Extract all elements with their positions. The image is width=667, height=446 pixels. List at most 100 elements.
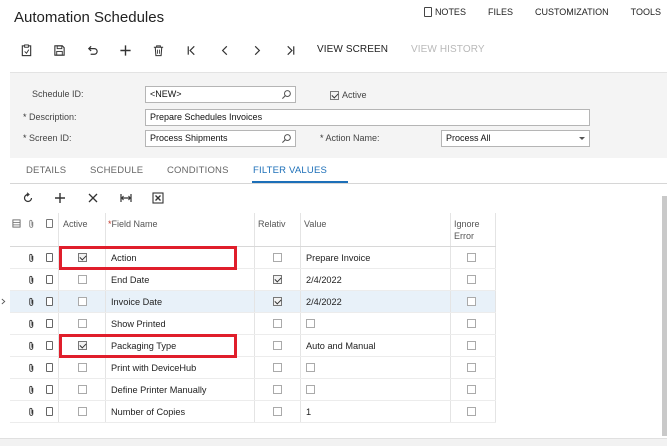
table-row[interactable]: End Date 2/4/2022 [10,269,496,291]
search-icon[interactable] [281,89,292,100]
note-icon[interactable] [46,401,56,422]
value-cell[interactable]: 2/4/2022 [306,291,446,312]
row-relative-checkbox[interactable] [273,269,285,290]
fit-columns-icon[interactable] [119,191,133,205]
active-checkbox[interactable]: Active [330,90,367,100]
row-relative-checkbox[interactable] [273,357,285,378]
last-record-icon[interactable] [282,42,298,58]
field-name-column-header[interactable]: * Field Name [108,213,248,246]
search-icon[interactable] [281,133,292,144]
ignore-error-column-header[interactable]: Ignore Error [454,213,494,246]
row-ignore-error-checkbox[interactable] [467,247,479,268]
row-ignore-error-checkbox[interactable] [467,379,479,400]
tab-conditions[interactable]: CONDITIONS [167,165,229,176]
field-name-cell[interactable]: Print with DeviceHub [111,357,251,378]
files-link[interactable]: FILES [477,7,524,17]
clipboard-icon[interactable] [18,42,34,58]
export-excel-icon[interactable] [151,191,165,205]
delete-row-icon[interactable] [86,191,100,205]
row-relative-checkbox[interactable] [273,335,285,356]
first-record-icon[interactable] [183,42,199,58]
tools-link[interactable]: TOOLS [620,7,663,17]
value-cell[interactable]: 2/4/2022 [306,269,446,290]
row-active-checkbox[interactable] [78,313,90,334]
vertical-scrollbar[interactable] [662,196,667,436]
note-icon[interactable] [46,247,56,268]
row-relative-checkbox[interactable] [273,291,285,312]
row-relative-checkbox[interactable] [273,247,285,268]
note-icon[interactable] [46,357,56,378]
add-row-icon[interactable] [53,191,67,205]
note-icon[interactable] [46,379,56,400]
row-ignore-error-checkbox[interactable] [467,335,479,356]
value-column-header[interactable]: Value [304,213,444,246]
row-relative-checkbox[interactable] [273,401,285,422]
row-ignore-error-checkbox[interactable] [467,401,479,422]
undo-icon[interactable] [84,42,100,58]
row-ignore-error-checkbox[interactable] [467,313,479,334]
relative-column-header[interactable]: Relativ [258,213,298,246]
row-relative-checkbox[interactable] [273,379,285,400]
table-row[interactable]: Show Printed [10,313,496,335]
row-active-checkbox[interactable] [78,357,90,378]
table-row[interactable]: Define Printer Manually [10,379,496,401]
view-history-button: VIEW HISTORY [411,44,485,55]
row-active-checkbox[interactable] [78,401,90,422]
attachment-icon[interactable] [28,335,38,356]
row-active-checkbox[interactable] [78,291,90,312]
attachment-icon[interactable] [28,247,38,268]
row-active-checkbox[interactable] [78,379,90,400]
row-ignore-error-checkbox[interactable] [467,291,479,312]
notes-link[interactable]: NOTES [413,7,477,17]
attachment-icon[interactable] [28,291,38,312]
save-icon[interactable] [51,42,67,58]
table-row[interactable]: Number of Copies 1 [10,401,496,423]
add-icon[interactable] [117,42,133,58]
value-cell[interactable]: 1 [306,401,446,422]
value-cell[interactable]: Prepare Invoice [306,247,446,268]
view-screen-button[interactable]: VIEW SCREEN [317,44,388,55]
row-settings-icon[interactable] [12,213,22,246]
value-checkbox[interactable] [306,313,318,334]
field-name-cell[interactable]: End Date [111,269,251,290]
row-ignore-error-checkbox[interactable] [467,357,479,378]
value-checkbox[interactable] [306,379,318,400]
field-name-cell[interactable]: Define Printer Manually [111,379,251,400]
note-icon[interactable] [46,313,56,334]
schedule-id-field[interactable]: <NEW> [145,86,296,103]
field-name-cell[interactable]: Show Printed [111,313,251,334]
tab-schedule[interactable]: SCHEDULE [90,165,143,176]
field-name-cell[interactable]: Invoice Date [111,291,251,312]
attachment-icon[interactable] [28,401,38,422]
description-label: * Description: [23,112,77,122]
row-active-checkbox[interactable] [78,269,90,290]
tab-filter-values[interactable]: FILTER VALUES [253,165,327,176]
attachment-icon[interactable] [28,379,38,400]
field-name-cell[interactable]: Number of Copies [111,401,251,422]
value-checkbox[interactable] [306,357,318,378]
active-checkbox-box[interactable] [330,90,339,100]
refresh-icon[interactable] [21,191,35,205]
row-ignore-error-checkbox[interactable] [467,269,479,290]
highlight-box [59,334,237,358]
note-icon[interactable] [46,291,56,312]
screen-id-field[interactable]: Process Shipments [145,130,296,147]
value-cell[interactable]: Auto and Manual [306,335,446,356]
next-record-icon[interactable] [249,42,265,58]
delete-icon[interactable] [150,42,166,58]
table-row[interactable]: Invoice Date 2/4/2022 [1,291,496,313]
row-relative-checkbox[interactable] [273,313,285,334]
chevron-down-icon[interactable] [579,137,585,140]
tab-details[interactable]: DETAILS [26,165,66,176]
note-icon[interactable] [46,269,56,290]
table-row[interactable]: Print with DeviceHub [10,357,496,379]
attachment-icon[interactable] [28,357,38,378]
action-name-select[interactable]: Process All [441,130,590,147]
description-field[interactable]: Prepare Schedules Invoices [145,109,590,126]
attachment-icon[interactable] [28,269,38,290]
previous-record-icon[interactable] [216,42,232,58]
note-icon[interactable] [46,335,56,356]
attachment-icon[interactable] [28,313,38,334]
customization-link[interactable]: CUSTOMIZATION [524,7,620,17]
active-column-header[interactable]: Active [63,213,105,246]
